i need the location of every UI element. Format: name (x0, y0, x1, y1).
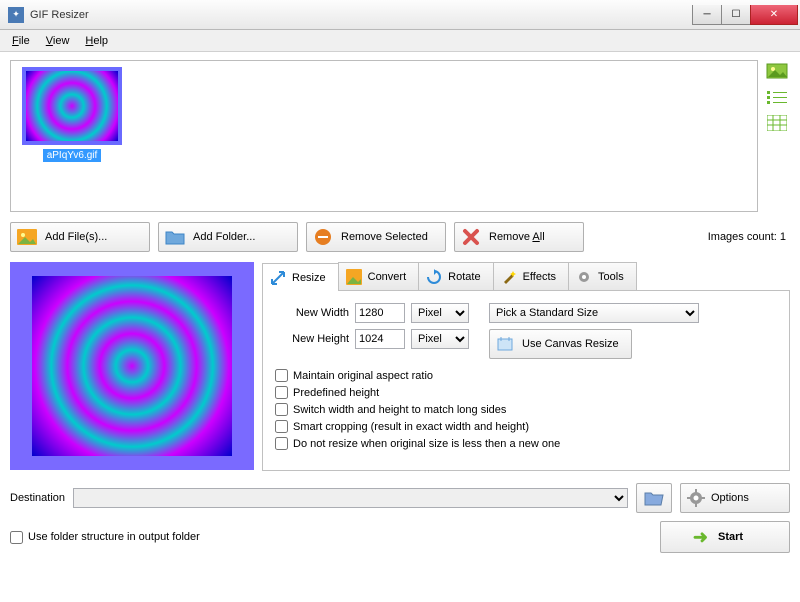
tab-tools[interactable]: Tools (568, 262, 637, 290)
preview-image (32, 276, 232, 456)
view-thumbnails-icon[interactable] (766, 62, 788, 80)
chk-smart-cropping[interactable]: Smart cropping (result in exact width an… (275, 420, 777, 433)
minimize-button[interactable]: ─ (692, 5, 722, 25)
thumbnail-image (22, 67, 122, 145)
canvas-resize-label: Use Canvas Resize (522, 338, 619, 350)
remove-all-label: Remove All (489, 231, 545, 243)
start-arrow-icon: ➜ (693, 527, 708, 548)
chk-switch-sides[interactable]: Switch width and height to match long si… (275, 403, 777, 416)
image-icon (17, 228, 37, 246)
destination-select[interactable] (73, 488, 628, 508)
add-files-button[interactable]: Add File(s)... (10, 222, 150, 252)
add-folder-label: Add Folder... (193, 231, 255, 243)
chk-no-resize-smaller[interactable]: Do not resize when original size is less… (275, 437, 777, 450)
window-title: GIF Resizer (30, 9, 692, 21)
tab-convert[interactable]: Convert (338, 262, 420, 290)
chk-aspect-ratio[interactable]: Maintain original aspect ratio (275, 369, 777, 382)
width-input[interactable] (355, 303, 405, 323)
browse-destination-button[interactable] (636, 483, 672, 513)
chk-predefined-height[interactable]: Predefined height (275, 386, 777, 399)
tab-tools-label: Tools (598, 271, 624, 283)
remove-icon (313, 228, 333, 246)
remove-selected-button[interactable]: Remove Selected (306, 222, 446, 252)
rotate-icon (425, 268, 443, 286)
options-label: Options (711, 492, 749, 504)
tab-resize-body: New Width Pixel New Height Pixel Pick a (262, 291, 790, 471)
start-label: Start (718, 531, 743, 543)
height-input[interactable] (355, 329, 405, 349)
folder-open-icon (643, 489, 665, 507)
tab-rotate[interactable]: Rotate (418, 262, 493, 290)
options-button[interactable]: Options (680, 483, 790, 513)
menubar: File View Help (0, 30, 800, 52)
chk-folder-structure[interactable]: Use folder structure in output folder (10, 531, 200, 544)
close-button[interactable]: ✕ (750, 5, 798, 25)
titlebar: ✦ GIF Resizer ─ ☐ ✕ (0, 0, 800, 30)
gear-icon (687, 489, 705, 507)
preview-pane (10, 262, 254, 470)
tab-resize[interactable]: Resize (262, 263, 339, 291)
canvas-icon (496, 336, 514, 352)
menu-view[interactable]: View (38, 33, 78, 49)
resize-icon (269, 269, 287, 287)
view-list-icon[interactable] (766, 88, 788, 106)
new-width-label: New Width (275, 307, 349, 319)
add-files-label: Add File(s)... (45, 231, 107, 243)
remove-selected-label: Remove Selected (341, 231, 428, 243)
gear-icon (575, 268, 593, 286)
standard-size-select[interactable]: Pick a Standard Size (489, 303, 699, 323)
start-button[interactable]: ➜ Start (660, 521, 790, 553)
width-unit-select[interactable]: Pixel (411, 303, 469, 323)
thumbnail-item[interactable]: aPIqYv6.gif (17, 67, 127, 162)
delete-icon (461, 228, 481, 246)
destination-label: Destination (10, 492, 65, 504)
app-icon: ✦ (8, 7, 24, 23)
folder-icon (165, 228, 185, 246)
thumbnail-gallery[interactable]: aPIqYv6.gif (10, 60, 758, 212)
tab-convert-label: Convert (368, 271, 407, 283)
tab-resize-label: Resize (292, 272, 326, 284)
maximize-button[interactable]: ☐ (721, 5, 751, 25)
new-height-label: New Height (275, 333, 349, 345)
tab-rotate-label: Rotate (448, 271, 480, 283)
effects-icon (500, 268, 518, 286)
add-folder-button[interactable]: Add Folder... (158, 222, 298, 252)
tabstrip: Resize Convert Rotate Effects Tools (262, 262, 790, 291)
menu-help[interactable]: Help (77, 33, 116, 49)
images-count: Images count: 1 (708, 231, 790, 243)
tab-effects[interactable]: Effects (493, 262, 569, 290)
thumbnail-filename: aPIqYv6.gif (43, 149, 102, 162)
height-unit-select[interactable]: Pixel (411, 329, 469, 349)
remove-all-button[interactable]: Remove All (454, 222, 584, 252)
canvas-resize-button[interactable]: Use Canvas Resize (489, 329, 632, 359)
menu-file[interactable]: File (4, 33, 38, 49)
convert-icon (345, 268, 363, 286)
view-grid-icon[interactable] (766, 114, 788, 132)
tab-effects-label: Effects (523, 271, 556, 283)
